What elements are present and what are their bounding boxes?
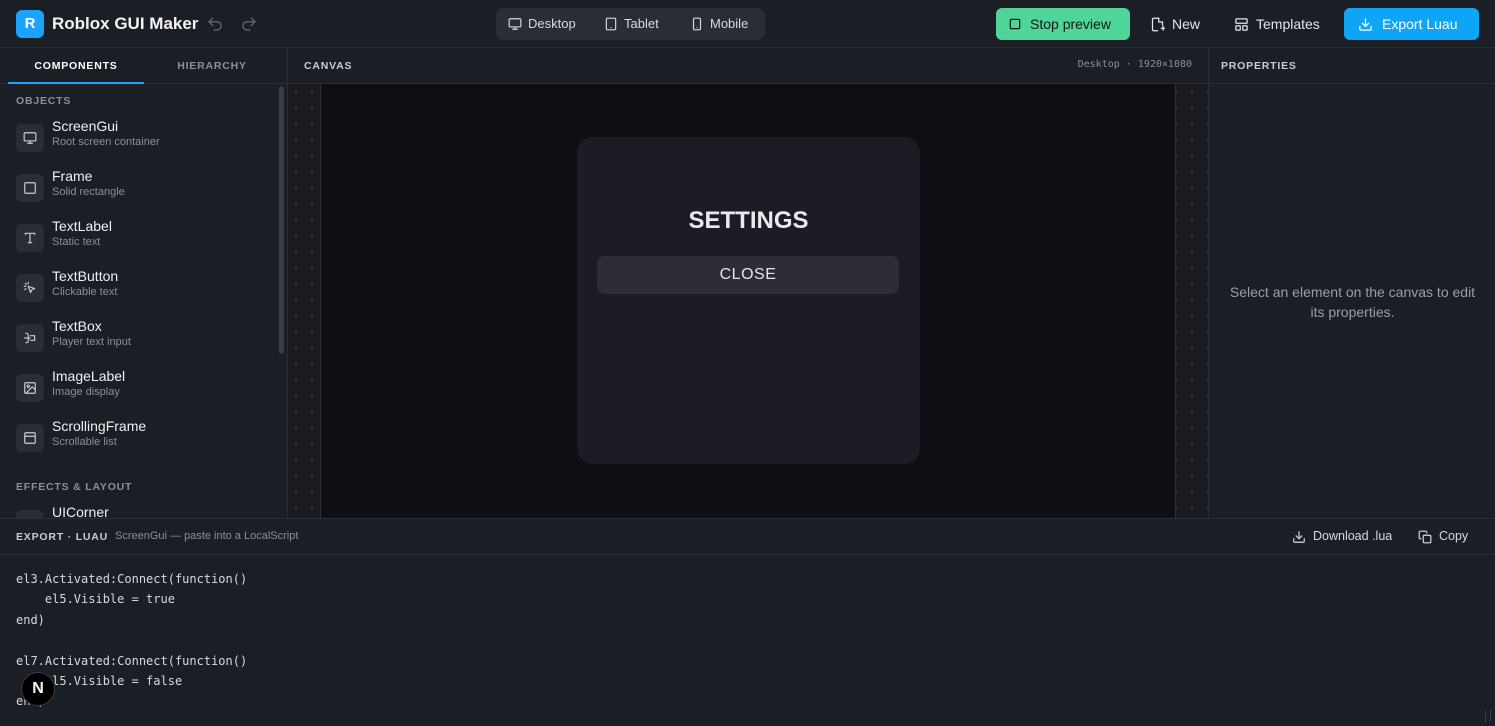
pointer-click-icon xyxy=(23,281,36,294)
export-luau-label: Export Luau xyxy=(1382,16,1458,32)
section-objects-title: OBJECTS xyxy=(16,95,72,107)
phone-icon xyxy=(692,17,702,31)
image-icon xyxy=(24,382,36,394)
device-tab-desktop[interactable]: Desktop xyxy=(500,11,586,37)
stop-preview-label: Stop preview xyxy=(1030,16,1111,32)
export-subtitle: ScreenGui — paste into a LocalScript xyxy=(115,530,299,542)
component-imagelabel[interactable]: ImageLabel Image display xyxy=(16,368,271,418)
component-textlabel[interactable]: TextLabel Static text xyxy=(16,218,271,268)
tab-components[interactable]: COMPONENTS xyxy=(8,48,144,84)
app-root: R Roblox GUI Maker Desktop Tablet Mobile xyxy=(0,0,1495,726)
component-name: ScreenGui xyxy=(52,118,119,134)
copy-icon xyxy=(1418,530,1432,544)
close-button[interactable]: CLOSE xyxy=(597,256,899,294)
stop-preview-button[interactable]: Stop preview xyxy=(996,8,1130,40)
settings-title-label[interactable]: SETTINGS xyxy=(577,207,920,235)
dev-tools-badge[interactable]: N xyxy=(21,672,55,706)
tab-hierarchy[interactable]: HIERARCHY xyxy=(144,48,280,84)
canvas-panel: CANVAS Desktop · 1920×1080 GAME TITLE SE… xyxy=(288,48,1208,518)
stop-square-icon xyxy=(1009,18,1021,30)
download-icon xyxy=(1293,531,1305,543)
component-frame[interactable]: Frame Solid rectangle xyxy=(16,168,271,218)
new-button[interactable]: New xyxy=(1144,8,1210,40)
scroll-frame-icon xyxy=(24,432,36,444)
monitor-icon xyxy=(508,18,522,30)
top-bar: R Roblox GUI Maker Desktop Tablet Mobile xyxy=(0,0,1495,48)
tablet-icon xyxy=(605,17,617,31)
text-icon xyxy=(24,232,36,244)
device-tab-tablet[interactable]: Tablet xyxy=(596,11,672,37)
code-output[interactable]: el3.Activated:Connect(function() el5.Vis… xyxy=(16,569,1466,719)
device-tab-mobile[interactable]: Mobile xyxy=(682,11,760,37)
app-logo: R xyxy=(16,10,44,38)
component-textbox[interactable]: TextBox Player text input xyxy=(16,318,271,368)
canvas-header: CANVAS Desktop · 1920×1080 xyxy=(288,48,1208,84)
text-input-icon xyxy=(24,332,36,344)
device-tab-label: Desktop xyxy=(528,16,576,31)
properties-panel: PROPERTIES Select an element on the canv… xyxy=(1208,48,1495,518)
component-name: ImageLabel xyxy=(52,368,126,384)
code-line: el3.Activated:Connect(function() xyxy=(16,572,248,586)
export-title: EXPORT · LUAU xyxy=(16,531,109,543)
component-desc: Root screen container xyxy=(52,136,160,148)
download-icon xyxy=(1359,18,1372,31)
component-name: Frame xyxy=(52,168,93,184)
properties-title: PROPERTIES xyxy=(1221,60,1297,72)
component-uicorner[interactable]: UICorner xyxy=(16,504,271,518)
resize-grip[interactable] xyxy=(1485,710,1491,722)
component-name: ScrollingFrame xyxy=(52,418,147,434)
app-title: Roblox GUI Maker xyxy=(52,14,199,33)
component-desc: Clickable text xyxy=(52,286,118,298)
component-desc: Static text xyxy=(52,236,101,248)
code-line: el5.Visible = false xyxy=(16,673,183,688)
code-line: el5.Visible = true xyxy=(16,592,175,607)
templates-label: Templates xyxy=(1256,16,1320,32)
game-title-label[interactable]: GAME TITLE xyxy=(577,167,920,175)
redo-icon xyxy=(242,17,256,31)
device-switcher: Desktop Tablet Mobile xyxy=(496,8,765,40)
templates-icon xyxy=(1235,18,1248,31)
left-panel-scrollbar[interactable] xyxy=(279,86,284,354)
canvas-title: CANVAS xyxy=(304,60,353,72)
code-line: end) xyxy=(16,612,45,627)
undo-button[interactable] xyxy=(206,15,224,33)
component-name: UICorner xyxy=(52,504,109,518)
download-lua-label: Download .lua xyxy=(1313,529,1393,543)
undo-icon xyxy=(208,17,222,31)
component-textbutton[interactable]: TextButton Clickable text xyxy=(16,268,271,318)
component-scrollingframe[interactable]: ScrollingFrame Scrollable list xyxy=(16,418,271,468)
component-desc: Image display xyxy=(52,386,120,398)
square-icon xyxy=(24,182,36,194)
templates-button[interactable]: Templates xyxy=(1228,8,1332,40)
code-line: el7.Activated:Connect(function() xyxy=(16,653,248,668)
component-name: TextBox xyxy=(52,318,102,334)
device-tab-label: Tablet xyxy=(624,16,659,31)
component-name: TextButton xyxy=(52,268,119,284)
component-name: TextLabel xyxy=(52,218,112,234)
export-header: EXPORT · LUAU ScreenGui — paste into a L… xyxy=(0,519,1495,555)
code-line: end) xyxy=(16,691,1466,711)
panel-tabs: COMPONENTS HIERARCHY xyxy=(0,48,287,84)
components-panel: COMPONENTS HIERARCHY OBJECTS ScreenGui R… xyxy=(0,48,288,518)
monitor-icon xyxy=(23,132,37,144)
new-label: New xyxy=(1172,16,1201,32)
export-panel: EXPORT · LUAU ScreenGui — paste into a L… xyxy=(0,518,1495,726)
component-desc: Player text input xyxy=(52,336,131,348)
component-desc: Scrollable list xyxy=(52,436,117,448)
canvas-body[interactable]: GAME TITLE SETTINGS CLOSE xyxy=(288,84,1208,518)
component-screengui[interactable]: ScreenGui Root screen container xyxy=(16,118,271,168)
properties-header: PROPERTIES xyxy=(1209,48,1495,84)
export-luau-button[interactable]: Export Luau xyxy=(1344,8,1479,40)
device-viewport[interactable]: GAME TITLE SETTINGS CLOSE xyxy=(320,84,1176,518)
new-file-icon xyxy=(1151,17,1165,32)
redo-button[interactable] xyxy=(240,15,258,33)
component-desc: Solid rectangle xyxy=(52,186,125,198)
properties-empty-message: Select an element on the canvas to edit … xyxy=(1229,284,1476,320)
copy-label: Copy xyxy=(1439,529,1469,543)
canvas-resolution-info: Desktop · 1920×1080 xyxy=(1077,59,1192,70)
device-tab-label: Mobile xyxy=(710,16,749,31)
settings-frame[interactable]: GAME TITLE SETTINGS CLOSE xyxy=(577,137,920,464)
section-effects-title: EFFECTS & LAYOUT xyxy=(16,481,133,493)
